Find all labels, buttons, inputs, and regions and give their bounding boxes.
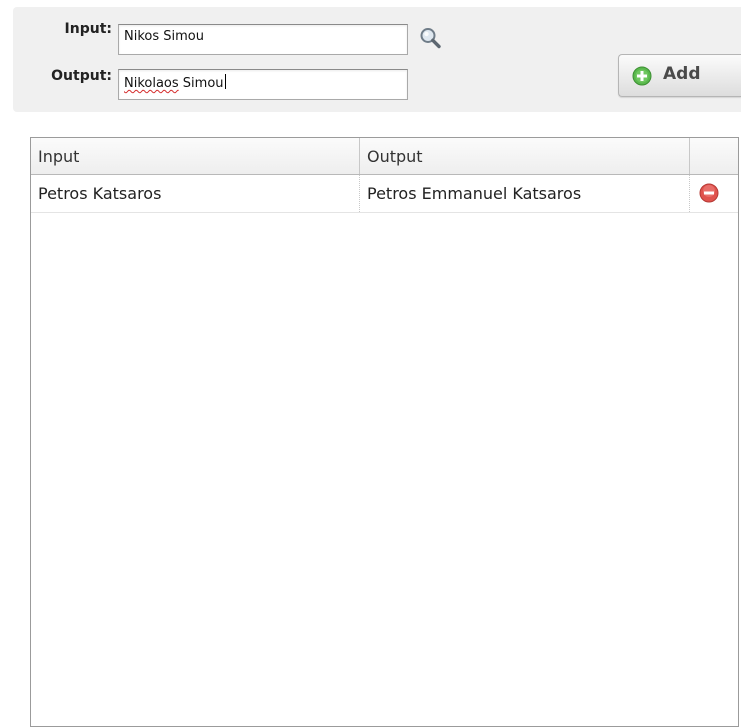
text-caret: [224, 74, 226, 89]
output-label: Output:: [51, 68, 112, 84]
misspelled-word: Nikolaos: [124, 76, 179, 91]
output-field-text: Simou: [178, 76, 224, 91]
input-label: Input:: [64, 21, 112, 37]
cell-input[interactable]: Petros Katsaros: [31, 175, 360, 212]
add-button-label: Add: [663, 64, 701, 84]
mapping-table: Input Output Petros Katsaros Petros Emma…: [30, 137, 739, 727]
add-icon: [632, 66, 652, 86]
output-field[interactable]: Nikolaos Simou: [118, 69, 408, 100]
table-header: Input Output: [31, 138, 738, 175]
column-header-output[interactable]: Output: [360, 138, 690, 174]
cell-actions: [690, 175, 738, 212]
search-icon[interactable]: [418, 26, 442, 50]
cell-output[interactable]: Petros Emmanuel Katsaros: [360, 175, 690, 212]
table-row[interactable]: Petros Katsaros Petros Emmanuel Katsaros: [31, 175, 738, 213]
input-field[interactable]: Nikos Simou: [118, 24, 408, 55]
add-button[interactable]: Add: [618, 54, 741, 97]
column-header-input[interactable]: Input: [31, 138, 360, 174]
column-header-actions: [690, 138, 738, 174]
remove-icon[interactable]: [699, 183, 719, 203]
